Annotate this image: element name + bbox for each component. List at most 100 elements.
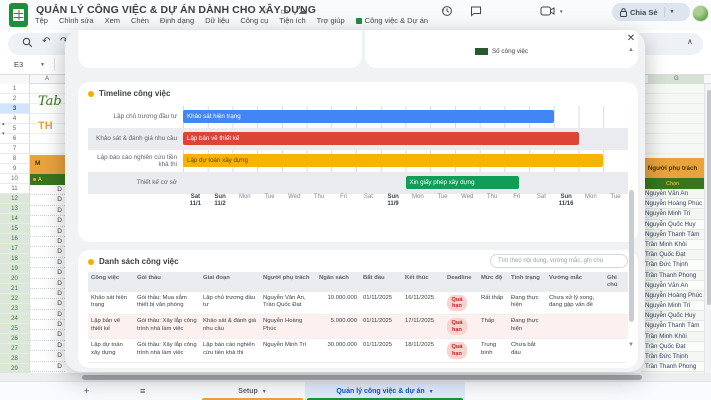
row-number-2[interactable]: 2 [0, 94, 29, 104]
close-icon[interactable]: ✕ [624, 32, 638, 46]
column-a-cell[interactable]: D [30, 227, 65, 237]
meet-caret-icon[interactable]: ▾ [560, 9, 563, 15]
column-a-cell[interactable]: D [30, 258, 65, 268]
row-number-1[interactable]: 1 [0, 84, 29, 94]
row-group-expand-icon[interactable]: ▾ [2, 131, 5, 137]
row-number-3[interactable]: 3 [0, 104, 29, 114]
row-number-10[interactable]: 10 [0, 174, 29, 184]
sheet-tab-caret-icon[interactable]: ▼ [262, 389, 267, 395]
row-number-18[interactable]: 18 [0, 254, 29, 264]
add-sheet-icon[interactable]: + [84, 386, 89, 396]
column-a-cell[interactable]: D [30, 320, 65, 330]
user-avatar[interactable] [692, 5, 709, 22]
row-number-22[interactable]: 22 [0, 294, 29, 304]
modal-scroll-down-icon[interactable]: ▼ [628, 342, 634, 348]
row-number-28[interactable]: 28 [0, 354, 29, 364]
version-history-icon[interactable] [441, 5, 453, 17]
assignee-name[interactable]: Nguyễn Quốc Huy [641, 311, 704, 321]
task-row[interactable]: Khảo sát hiện trạngGói thầu: Mua sắm thi… [88, 292, 628, 315]
menu-item-1[interactable]: Chỉnh sửa [59, 16, 94, 25]
assignee-name[interactable]: Nguyễn Quốc Huy [641, 220, 704, 230]
column-a-cell[interactable]: D [30, 185, 65, 195]
row-number-24[interactable]: 24 [0, 314, 29, 324]
column-a-cell[interactable]: D [30, 216, 65, 226]
name-box[interactable]: E3 [14, 60, 23, 69]
sheet-orange-header-cell[interactable]: M [30, 155, 65, 174]
menu-item-2[interactable]: Xem [105, 16, 120, 25]
row-number-21[interactable]: 21 [0, 284, 29, 294]
comments-icon[interactable] [470, 5, 482, 17]
all-sheets-icon[interactable]: ≡ [140, 386, 145, 396]
name-box-caret-icon[interactable]: ▼ [40, 62, 45, 68]
row-number-19[interactable]: 19 [0, 264, 29, 274]
document-title[interactable]: QUẢN LÝ CÔNG VIỆC & DỰ ÁN DÀNH CHO XÂY D… [36, 4, 316, 16]
sheet-horizontal-scrollbar[interactable] [0, 373, 711, 381]
menu-item-0[interactable]: Tệp [35, 16, 48, 25]
undo-icon[interactable]: ↶ [42, 36, 50, 48]
task-row[interactable]: Lập bản vẽ thiết kếGói thầu: Xây lắp côn… [88, 315, 628, 339]
sheet-tab-project[interactable]: Quản lý công việc & dự án▼ [305, 382, 465, 400]
column-a-cell[interactable]: D [30, 206, 65, 216]
assignee-name[interactable]: Trần Thanh Phong [641, 362, 704, 372]
column-a-cell[interactable]: D [30, 351, 65, 361]
gantt-bar[interactable]: Xin giấy phép xây dựng [406, 176, 520, 189]
column-a-cell[interactable]: D [30, 341, 65, 351]
column-a-cell[interactable]: D [30, 362, 65, 372]
assignee-name[interactable]: Nguyễn Minh Trí [641, 209, 704, 219]
row-number-11[interactable]: 11 [0, 184, 29, 194]
row-number-7[interactable]: 7 [0, 144, 29, 154]
menu-item-7[interactable]: Tiện ích [279, 16, 305, 25]
menu-item-3[interactable]: Chèn [131, 16, 149, 25]
assignee-name[interactable]: Trần Đức Thịnh [641, 352, 704, 362]
meet-video-icon[interactable] [540, 5, 556, 17]
menu-item-5[interactable]: Dữ liệu [205, 16, 229, 25]
row-number-9[interactable]: 9 [0, 164, 29, 174]
sheet-tab-caret-icon[interactable]: ▼ [429, 389, 434, 395]
gantt-bar[interactable]: Khảo sát hiện trạng [183, 110, 554, 123]
sheet-green-subheader-cell[interactable]: A [30, 174, 65, 185]
menu-item-6[interactable]: Công cụ [240, 16, 268, 25]
gantt-bar[interactable]: Lập bản vẽ thiết kế [183, 132, 579, 145]
row-number-13[interactable]: 13 [0, 204, 29, 214]
assignee-name[interactable]: Nguyễn Văn An [641, 281, 704, 291]
column-a-cell[interactable]: D [30, 247, 65, 257]
sheet-horizontal-scrollbar-thumb[interactable] [82, 375, 642, 380]
row-number-12[interactable]: 12 [0, 194, 29, 204]
sheets-logo-icon[interactable] [9, 3, 28, 27]
collapse-toolbar-icon[interactable]: ∧ [687, 37, 693, 46]
sheet-vertical-scrollbar-thumb[interactable] [707, 90, 711, 305]
menu-item-extension[interactable]: Công việc & Dự án [356, 16, 428, 25]
column-a-cell[interactable]: D [30, 237, 65, 247]
assignee-name[interactable]: Nguyễn Hoàng Phúc [641, 291, 704, 301]
column-a-cell[interactable]: D [30, 299, 65, 309]
row-number-27[interactable]: 27 [0, 344, 29, 354]
task-search-input[interactable]: Tìm theo nội dung, vướng mắc, ghi chú [490, 254, 628, 268]
assignee-column-subheader[interactable]: Chọn [641, 178, 704, 189]
column-a-cell[interactable]: D [30, 289, 65, 299]
row-number-14[interactable]: 14 [0, 214, 29, 224]
assignee-name[interactable]: Nguyễn Hoàng Phúc [641, 199, 704, 209]
row-number-26[interactable]: 26 [0, 334, 29, 344]
assignee-name[interactable]: Trần Quốc Đạt [641, 342, 704, 352]
assignee-name[interactable]: Nguyễn Văn An [641, 189, 704, 199]
sheet-vertical-scrollbar[interactable] [704, 84, 711, 374]
row-number-8[interactable]: 8 [0, 154, 29, 164]
column-a-cell[interactable]: D [30, 330, 65, 340]
row-number-16[interactable]: 16 [0, 234, 29, 244]
assignee-name[interactable]: Trần Quốc Đạt [641, 250, 704, 260]
share-button[interactable]: Chia Sẻ ▼ [612, 3, 690, 21]
sheet-tab-setup[interactable]: Setup▼ [200, 382, 305, 400]
assignee-name[interactable]: Nguyễn Minh Trí [641, 301, 704, 311]
assignee-name[interactable]: Trần Minh Khôi [641, 332, 704, 342]
menu-item-4[interactable]: Định dạng [160, 16, 194, 25]
row-number-23[interactable]: 23 [0, 304, 29, 314]
select-all-corner[interactable] [0, 75, 30, 84]
modal-scrollbar-thumb[interactable] [629, 190, 634, 322]
row-number-17[interactable]: 17 [0, 244, 29, 254]
menu-item-8[interactable]: Trợ giúp [317, 16, 345, 25]
row-number-25[interactable]: 25 [0, 324, 29, 334]
assignee-name[interactable]: Nguyễn Thanh Tâm [641, 230, 704, 240]
task-row[interactable]: Lập dự toán xây dựngGói thầu: Xây lắp cô… [88, 339, 628, 363]
row-group-collapse-icon[interactable]: ▴ [2, 121, 5, 127]
assignee-name[interactable]: Nguyễn Thanh Tâm [641, 321, 704, 331]
